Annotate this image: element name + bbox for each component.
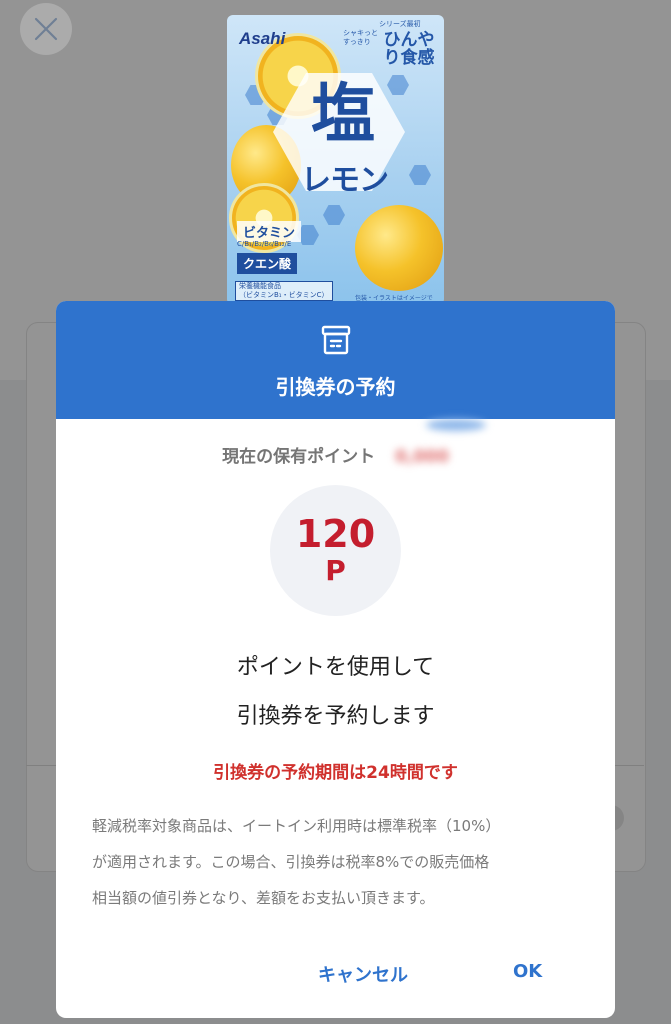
dialog-header: 引換券の予約 [56,301,615,419]
cost-unit: P [325,554,346,587]
hex-decoration [323,205,345,225]
current-points-value: 0,000 [395,447,449,467]
close-button[interactable] [20,3,72,55]
confirm-message-line1: ポイントを使用して [236,655,435,680]
cancel-button[interactable]: キャンセル [318,961,408,987]
citric-acid-label: クエン酸 [237,253,298,274]
vitamin-label: ビタミン [237,221,302,242]
reservation-period-notice: 引換券の予約期間は24時間です [213,763,458,783]
feature-text: ひんやり食感 [383,30,435,68]
ticket-icon [321,325,351,355]
redacted-mark [426,419,486,431]
product-name-main: 塩 [311,77,375,152]
confirm-message-line2: 引換券を予約します [236,704,435,729]
tax-note-line: 相当額の値引券となり、差額をお支払い頂きます。 [92,889,435,907]
food-label: 栄養機能食品 （ビタミンB₁・ビタミンC） [235,281,333,301]
tax-note: 軽減税率対象商品は、イートイン利用時は標準税率（10%） が適用されます。この場… [92,808,592,916]
cost-badge: 120 P [270,485,401,616]
hex-decoration [409,165,431,185]
brand-logo: Asahi [239,29,286,48]
tax-note-line: 軽減税率対象商品は、イートイン利用時は標準税率（10%） [92,817,501,835]
series-note: シリーズ最初 [379,20,421,28]
hex-decoration [387,75,409,95]
cost-value: 120 [295,512,376,556]
food-label-sub: （ビタミンB₁・ビタミンC） [239,291,329,299]
close-icon [34,17,58,41]
product-image: Asahi シリーズ最初 シャキっとすっきり ひんやり食感 塩 レモン ビタミン… [227,15,444,305]
current-points-label: 現在の保有ポイント [222,447,376,467]
tax-note-line: が適用されます。この場合、引換券は税率8%での販売価格 [92,853,490,871]
dialog-title: 引換券の予約 [275,375,396,399]
current-points-row: 現在の保有ポイント 0,000 [56,442,615,467]
ok-button[interactable]: OK [513,961,542,982]
reservation-dialog: 引換券の予約 現在の保有ポイント 0,000 120 P ポイントを使用して 引… [56,301,615,1018]
lemon-image [355,205,443,291]
product-name-sub: レモン [301,163,389,198]
vitamin-sub-label: C/B₁/B₂/B₆/B₁₂/E [237,240,292,248]
food-label-title: 栄養機能食品 [239,282,281,290]
